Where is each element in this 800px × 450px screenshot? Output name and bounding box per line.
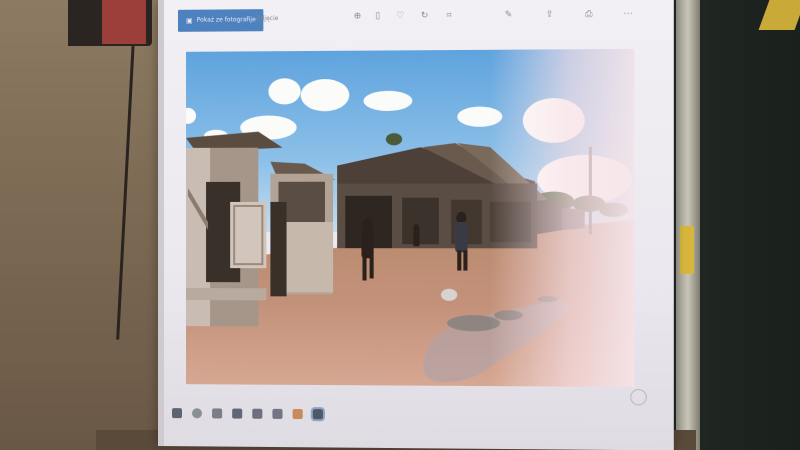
zoom-icon[interactable]: ⊕ (351, 11, 363, 21)
rotate-icon[interactable]: ↻ (418, 11, 430, 21)
image-icon: ▣ (186, 16, 193, 25)
photos-icon[interactable] (310, 407, 325, 422)
street-scene-svg (186, 48, 635, 387)
print-icon[interactable]: ⎙ (583, 9, 595, 19)
open-button-label: Pokaż ze fotografije (196, 16, 256, 24)
app-icon[interactable] (292, 408, 303, 420)
room-scene: ▣ Pokaż ze fotografije Zdjęcie ⊕ ▯ ♡ ↻ ⌗… (0, 0, 800, 450)
left-wall (0, 0, 170, 450)
red-panel (102, 0, 146, 44)
delete-icon[interactable]: ▯ (372, 11, 384, 21)
tab-label: Zdjęcie (256, 15, 279, 23)
photos-app-bar: ▣ Pokaż ze fotografije Zdjęcie ⊕ ▯ ♡ ↻ ⌗… (164, 0, 674, 34)
task-view-icon[interactable] (212, 408, 223, 419)
search-icon[interactable] (192, 408, 203, 419)
store-icon[interactable] (252, 408, 263, 419)
projected-screen: ▣ Pokaż ze fotografije Zdjęcie ⊕ ▯ ♡ ↻ ⌗… (158, 0, 674, 450)
favorite-icon[interactable]: ♡ (394, 11, 406, 21)
edit-icon[interactable]: ✎ (502, 10, 514, 20)
windows-start-icon[interactable] (171, 408, 183, 419)
more-icon[interactable]: ⋯ (622, 9, 634, 19)
windows-taskbar (164, 398, 674, 436)
crop-icon[interactable]: ⌗ (443, 11, 455, 21)
street-photo (186, 48, 635, 387)
screen-glare (490, 48, 635, 387)
open-photos-button[interactable]: ▣ Pokaż ze fotografije (178, 9, 264, 32)
mail-icon[interactable] (272, 408, 283, 419)
wall-mounted-box (68, 0, 152, 46)
board-frame (676, 0, 700, 450)
share-icon[interactable]: ⇪ (543, 10, 555, 20)
yellow-clip (680, 226, 694, 274)
file-explorer-icon[interactable] (232, 408, 243, 419)
